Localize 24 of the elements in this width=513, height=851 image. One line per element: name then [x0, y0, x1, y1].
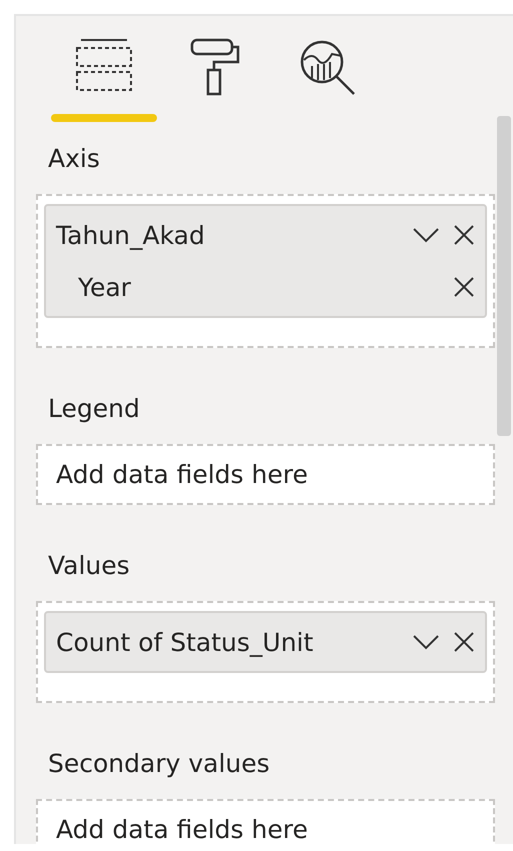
field-name: Tahun_Akad — [56, 220, 206, 250]
placeholder-text: Add data fields here — [55, 814, 309, 844]
placeholder-text: Add data fields here — [55, 459, 309, 491]
field-name: Count of Status_Unit — [56, 628, 314, 656]
well-title: Values — [47, 550, 130, 582]
field-pill[interactable]: Tahun_Akad Year — [44, 204, 487, 318]
field-name: Year — [78, 272, 132, 302]
field-well[interactable]: Count of Status_Unit — [36, 601, 495, 703]
field-well[interactable]: Add data fields here — [36, 799, 495, 844]
chevron-down-icon — [412, 634, 440, 650]
well-title: Legend — [47, 393, 140, 425]
field-pill[interactable]: Count of Status_Unit — [44, 611, 487, 673]
field-well[interactable]: Tahun_Akad Year — [36, 194, 495, 348]
pane-tab[interactable] — [50, 38, 158, 122]
paint-roller-icon — [190, 38, 242, 96]
close-icon — [453, 631, 475, 653]
well-title: Axis — [47, 143, 100, 175]
chevron-down-icon — [412, 227, 440, 243]
well-title: Secondary values — [47, 748, 270, 780]
field-well[interactable]: Add data fields here — [36, 444, 495, 505]
scrollbar-thumb[interactable] — [497, 116, 511, 436]
close-icon — [453, 276, 475, 298]
fields-icon — [75, 38, 133, 94]
close-icon — [453, 224, 475, 246]
